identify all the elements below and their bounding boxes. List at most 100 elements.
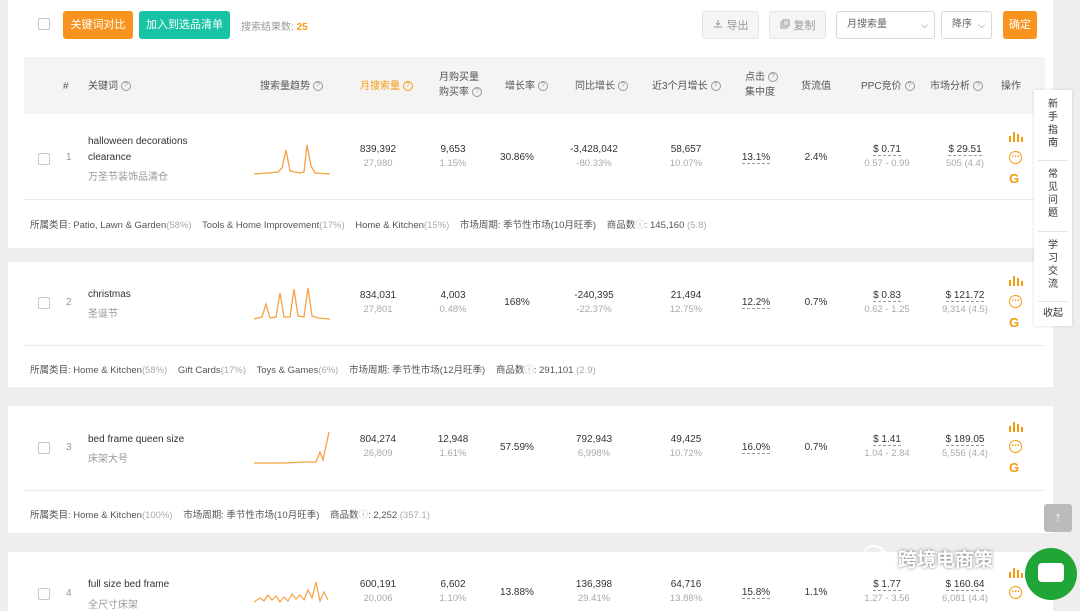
table-row: 2 christmas 圣诞节 834,031 27,801 4,003 0.48%… (8, 262, 1053, 387)
purchase-rate: 1.10% (439, 593, 467, 604)
help-icon[interactable]: ? (768, 72, 778, 83)
side-item-collapse[interactable]: 收起 (1034, 307, 1072, 320)
col-keyword[interactable]: 关键词? (88, 79, 131, 94)
market-cell[interactable]: $ 160.64 6,081 (4.4) (930, 579, 1000, 604)
click-concentration[interactable]: 13.1% (736, 152, 776, 164)
col-trend[interactable]: 搜索量趋势? (260, 79, 323, 94)
help-icon[interactable]: ? (472, 87, 482, 98)
search-trend-sparkline[interactable] (254, 428, 330, 466)
side-item-faq[interactable]: 常见问题 (1034, 168, 1072, 220)
row-checkbox[interactable] (38, 442, 50, 454)
category-name[interactable]: Toys & Games (257, 365, 319, 376)
market-cell[interactable]: $ 29.51 505 (4.4) (930, 144, 1000, 169)
purchase-rate: 1.61% (439, 448, 467, 459)
ellipsis-circle-icon[interactable]: ⋯ (1009, 586, 1022, 599)
keyword-text[interactable]: bed frame queen size (88, 432, 233, 448)
col-market[interactable]: 市场分析? (930, 79, 983, 94)
ellipsis-circle-icon[interactable]: ⋯ (1009, 151, 1022, 164)
goods-count: : 291,101 (533, 365, 574, 376)
ellipsis-circle-icon[interactable]: ⋯ (1009, 295, 1022, 308)
market-cycle: 市场周期: 季节性市场(10月旺季) (183, 510, 320, 521)
row-checkbox[interactable] (38, 153, 50, 165)
bar-chart-icon[interactable] (1008, 274, 1024, 286)
click-concentration[interactable]: 16.0% (736, 442, 776, 454)
category-name[interactable]: Home & Kitchen (73, 365, 142, 376)
row-checkbox[interactable] (38, 588, 50, 600)
search-trend-sparkline[interactable] (254, 136, 330, 178)
click-concentration[interactable]: 12.2% (736, 297, 776, 309)
help-icon[interactable]: ? (121, 81, 131, 92)
ppc-cell[interactable]: $ 1.77 1.27 - 3.56 (854, 579, 920, 604)
col-growth-label: 增长率 (505, 81, 535, 92)
help-icon[interactable]: ? (973, 81, 983, 92)
toolbar: 关键词对比 加入到选品清单 搜索结果数: 25 导出 复制 月搜索量 ⌵ 降序 … (8, 0, 1053, 50)
three-month-pct: 10.72% (669, 448, 703, 459)
category-name[interactable]: Home & Kitchen (355, 220, 424, 231)
sort-field-select[interactable]: 月搜索量 ⌵ (836, 11, 935, 39)
select-all-checkbox[interactable] (38, 18, 50, 30)
bar-chart-icon[interactable] (1008, 566, 1024, 578)
category-name[interactable]: Patio, Lawn & Garden (73, 220, 166, 231)
bar-chart-icon[interactable] (1008, 420, 1024, 432)
side-item-community[interactable]: 学习交流 (1034, 239, 1072, 291)
keyword-compare-button[interactable]: 关键词对比 (63, 11, 133, 39)
monthly-search-cell: 804,274 26,809 (345, 434, 411, 459)
col-monthly-search[interactable]: 月搜索量? (360, 79, 413, 94)
ppc-cell[interactable]: $ 1.41 1.04 - 2.84 (854, 434, 920, 459)
help-icon[interactable]: ⓘ (359, 510, 369, 521)
col-three-month[interactable]: 近3个月增长? (652, 79, 721, 94)
add-to-selection-button[interactable]: 加入到选品清单 (139, 11, 230, 39)
copy-button[interactable]: 复制 (769, 11, 826, 39)
ellipsis-circle-icon[interactable]: ⋯ (1009, 440, 1022, 453)
ppc-cell[interactable]: $ 0.83 0.62 - 1.25 (854, 290, 920, 315)
sort-order-select[interactable]: 降序 ⌵ (941, 11, 992, 39)
arrow-up-icon[interactable]: ↑ (1044, 504, 1072, 532)
google-icon[interactable]: G (1009, 171, 1019, 186)
chat-icon[interactable] (1025, 548, 1077, 600)
keyword-text[interactable]: halloween decorations clearance (88, 134, 233, 166)
help-icon[interactable]: ? (904, 81, 915, 92)
row-checkbox[interactable] (38, 297, 50, 309)
supply-value: 0.7% (804, 442, 828, 453)
help-icon[interactable]: ? (403, 81, 413, 92)
help-icon[interactable]: ? (313, 81, 323, 92)
click-concentration-value: 16.0% (741, 442, 771, 454)
ppc-value: $ 1.41 (873, 434, 901, 446)
market-cell[interactable]: $ 189.05 5,556 (4.4) (930, 434, 1000, 459)
help-icon[interactable]: ⓘ (524, 365, 534, 376)
category-label: 所属类目: (30, 220, 71, 231)
confirm-button[interactable]: 确定 (1003, 11, 1037, 39)
click-concentration[interactable]: 15.8% (736, 587, 776, 599)
result-count-value: 25 (296, 22, 308, 33)
search-trend-sparkline[interactable] (254, 576, 330, 611)
category-name[interactable]: Gift Cards (178, 365, 221, 376)
category-name[interactable]: Tools & Home Improvement (202, 220, 319, 231)
col-ops: 操作 (1001, 81, 1021, 92)
help-icon[interactable]: ⓘ (635, 220, 645, 231)
search-trend-sparkline[interactable] (254, 279, 330, 321)
market-cycle: 市场周期: 季节性市场(12月旺季) (348, 365, 486, 376)
google-icon[interactable]: G (1009, 460, 1019, 475)
col-yoy[interactable]: 同比增长? (575, 79, 628, 94)
ppc-cell[interactable]: $ 0.71 0.57 - 0.99 (854, 144, 920, 169)
side-item-guide[interactable]: 新手指南 (1034, 98, 1072, 150)
col-purchase[interactable]: 月购买量 购买率? (439, 70, 482, 100)
bar-chart-icon[interactable] (1008, 130, 1024, 142)
three-month-pct: 13.88% (669, 593, 703, 604)
help-icon[interactable]: ? (538, 81, 548, 92)
yoy-value: 792,943 (575, 434, 613, 445)
col-ppc-label: PPC竞价 (861, 81, 902, 92)
category-pct: (100%) (141, 510, 173, 521)
market-cell[interactable]: $ 121.72 9,314 (4.5) (930, 290, 1000, 315)
col-growth[interactable]: 增长率? (505, 79, 548, 94)
keyword-text[interactable]: christmas (88, 287, 233, 303)
col-click[interactable]: 点击? 集中度 (745, 70, 778, 100)
table-row: 4 full size bed frame 全尺寸床架 600,191 20,00… (8, 552, 1053, 611)
export-button[interactable]: 导出 (702, 11, 759, 39)
help-icon[interactable]: ? (710, 81, 721, 92)
google-icon[interactable]: G (1009, 315, 1019, 330)
category-name[interactable]: Home & Kitchen (73, 510, 142, 521)
keyword-text[interactable]: full size bed frame (88, 577, 233, 593)
help-icon[interactable]: ? (618, 81, 628, 92)
col-ppc[interactable]: PPC竞价? (861, 79, 915, 94)
